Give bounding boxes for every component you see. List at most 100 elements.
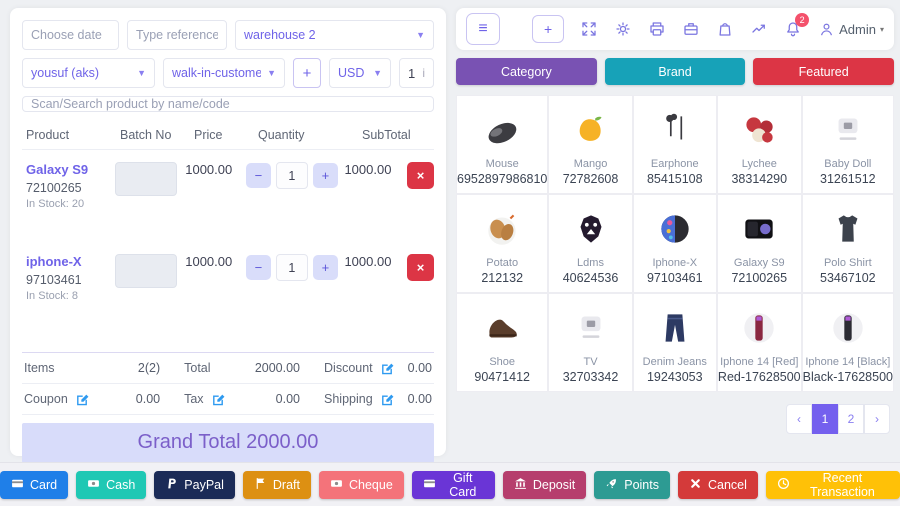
product-tile[interactable]: Iphone 14 [Red] Red-17628500 — [717, 294, 801, 391]
pagination-page-2[interactable]: 2 — [838, 404, 864, 434]
biller-select[interactable]: yousuf (aks) ▼ — [22, 58, 155, 88]
product-name: Baby Doll — [824, 158, 872, 170]
menu-button[interactable]: ≡ — [466, 13, 500, 45]
currency-select[interactable]: USD ▼ — [329, 58, 391, 88]
bell-icon[interactable]: 2 — [784, 13, 810, 38]
cancel-button[interactable]: Cancel — [677, 470, 758, 499]
product-name: Potato — [486, 257, 519, 269]
printer-icon[interactable] — [648, 20, 666, 38]
date-input[interactable] — [22, 20, 119, 50]
product-search-input[interactable] — [22, 96, 434, 112]
deposit-button[interactable]: Deposit — [502, 470, 587, 499]
user-icon — [821, 23, 833, 35]
card-icon — [11, 477, 24, 493]
product-tile[interactable]: Lychee 38314290 — [717, 96, 801, 193]
product-tile[interactable]: Baby Doll 31261512 — [802, 96, 893, 193]
cash-button[interactable]: Cash — [76, 470, 147, 499]
quantity-input[interactable]: 1 — [275, 254, 308, 281]
briefcase-icon[interactable] — [682, 20, 700, 38]
gift-card-icon — [423, 477, 436, 493]
settings-icon[interactable] — [614, 20, 632, 38]
warehouse-select[interactable]: warehouse 2 ▼ — [235, 20, 434, 50]
product-code: 40624536 — [562, 271, 619, 285]
reference-input[interactable] — [127, 20, 227, 50]
product-image — [481, 104, 523, 156]
product-name: Mango — [573, 158, 608, 170]
edit-shipping-icon[interactable] — [380, 392, 394, 406]
product-tile[interactable]: Mouse 6952897986810 — [457, 96, 548, 193]
cart-product-link[interactable]: iphone-X — [26, 254, 115, 269]
product-name: Polo Shirt — [823, 257, 872, 269]
trending-icon[interactable] — [750, 20, 768, 38]
product-name: Galaxy S9 — [733, 257, 785, 269]
card-button[interactable]: Card — [0, 470, 69, 499]
pagination: ‹ 1 2 › — [456, 404, 890, 434]
pagination-next[interactable]: › — [864, 404, 890, 434]
pagination-page-1[interactable]: 1 — [812, 404, 838, 434]
product-code: 38314290 — [731, 172, 788, 186]
add-customer-button[interactable]: + — [293, 58, 321, 88]
quantity-input[interactable]: 1 — [275, 162, 308, 189]
cart-product-stock: In Stock: 20 — [26, 198, 85, 210]
points-button[interactable]: Points — [594, 470, 670, 499]
shipping-label: Shipping — [324, 392, 373, 406]
product-code: 85415108 — [646, 172, 703, 186]
product-tile[interactable]: Shoe 90471412 — [457, 294, 548, 391]
pagination-prev[interactable]: ‹ — [786, 404, 812, 434]
cart-table-header: Product Batch No Price Quantity SubTotal — [22, 120, 434, 150]
product-code: 212132 — [481, 271, 524, 285]
gift-card-button[interactable]: Gift Card — [411, 470, 495, 499]
batch-input[interactable] — [115, 254, 178, 288]
quantity-decrease-button[interactable]: − — [245, 163, 271, 188]
edit-tax-icon[interactable] — [211, 392, 225, 406]
product-name: Denim Jeans — [642, 356, 707, 368]
cheque-button[interactable]: Cheque — [318, 470, 404, 499]
product-image — [654, 203, 696, 255]
product-tile[interactable]: Ldms 40624536 — [549, 195, 632, 292]
admin-menu[interactable]: Admin ▾ — [818, 21, 884, 38]
paypal-button[interactable]: PayPal — [154, 470, 235, 499]
product-tile[interactable]: Potato 212132 — [457, 195, 548, 292]
add-button[interactable]: + — [532, 15, 565, 43]
product-tile[interactable]: Earphone 85415108 — [633, 96, 716, 193]
tax-label: Tax — [184, 392, 204, 406]
fullscreen-icon[interactable] — [580, 20, 598, 38]
remove-item-button[interactable]: × — [407, 162, 434, 189]
product-name: Mouse — [485, 158, 519, 170]
product-tile[interactable]: Polo Shirt 53467102 — [802, 195, 893, 292]
bag-icon[interactable] — [716, 20, 734, 38]
edit-discount-icon[interactable] — [380, 361, 394, 375]
product-tile[interactable]: Mango 72782608 — [549, 96, 632, 193]
product-code: 97103461 — [646, 271, 703, 285]
payment-bar: Card Cash PayPal Draft Cheque Gift Card … — [0, 462, 900, 506]
product-tile[interactable]: TV 32703342 — [549, 294, 632, 391]
batch-input[interactable] — [115, 162, 178, 196]
edit-coupon-icon[interactable] — [75, 392, 89, 406]
product-name: Iphone 14 [Black] — [805, 356, 891, 368]
category-button[interactable]: Category — [456, 58, 597, 85]
product-tile[interactable]: Iphone 14 [Black] Black-17628500 — [802, 294, 893, 391]
chevron-down-icon: ▼ — [267, 68, 276, 78]
customer-select[interactable]: walk-in-customer i ▼ — [163, 58, 285, 88]
brand-button[interactable]: Brand — [604, 58, 746, 85]
product-tile[interactable]: Galaxy S9 72100265 — [717, 195, 801, 292]
product-tile[interactable]: Iphone-X 97103461 — [633, 195, 716, 292]
remove-item-button[interactable]: × — [407, 254, 434, 281]
quantity-decrease-button[interactable]: − — [245, 255, 271, 280]
cart-subtotal: 1000.00 — [344, 254, 392, 269]
items-label: Items — [24, 361, 55, 375]
admin-label: Admin — [839, 21, 876, 37]
col-subtotal: SubTotal — [362, 128, 411, 142]
quantity-increase-button[interactable]: + — [312, 163, 338, 188]
product-tile[interactable]: Denim Jeans 19243053 — [633, 294, 716, 391]
total-label: Total — [184, 361, 211, 375]
recent-transaction-button[interactable]: Recent Transaction — [765, 470, 900, 499]
quantity-increase-button[interactable]: + — [312, 255, 338, 280]
topbar: ≡ + 2 Admin ▾ — [456, 8, 894, 50]
exchange-rate-input[interactable]: 1 i — [399, 58, 434, 88]
total-value: 2000.00 — [254, 361, 301, 375]
cart-product-link[interactable]: Galaxy S9 — [26, 162, 115, 177]
draft-button[interactable]: Draft — [242, 470, 311, 499]
product-image — [654, 104, 696, 156]
featured-button[interactable]: Featured — [753, 58, 895, 85]
